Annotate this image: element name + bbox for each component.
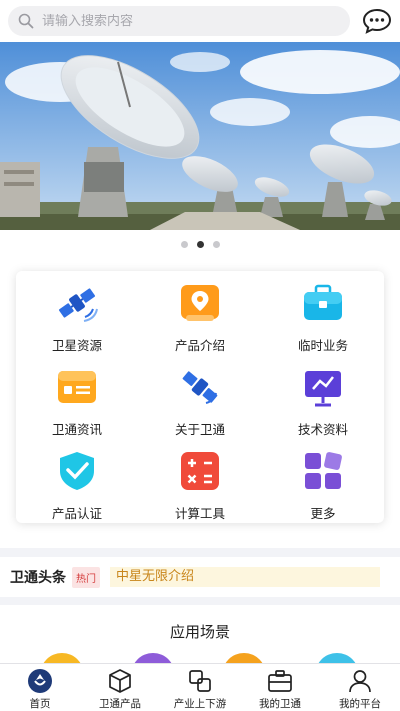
top-bar: [0, 0, 400, 42]
satellite-icon: [182, 371, 218, 404]
presentation-board-icon: [305, 371, 341, 407]
chain-icon: [189, 670, 211, 692]
grid-item-news[interactable]: 卫通资讯: [16, 355, 138, 439]
tab-products[interactable]: 卫通产品: [80, 664, 160, 711]
tab-label: 我的平台: [339, 698, 381, 710]
grid-item-label: 更多: [310, 506, 336, 521]
grid-item-label: 产品认证: [51, 506, 102, 521]
box-icon: [109, 669, 131, 693]
banner-image: [0, 42, 400, 230]
user-icon: [349, 670, 371, 693]
tab-home[interactable]: 首页: [0, 664, 80, 711]
grid-item-about[interactable]: 关于卫通: [139, 355, 261, 439]
headline-bar[interactable]: 卫通头条 热门 中星无限介绍: [0, 557, 400, 597]
headline-title: 卫通头条: [10, 570, 66, 586]
search-input[interactable]: [42, 13, 332, 29]
section-title: 应用场景: [169, 623, 230, 641]
tab-my-satcom[interactable]: 我的卫通: [240, 664, 320, 711]
tab-industry-chain[interactable]: 产业上下游: [160, 664, 240, 711]
tab-label: 卫通产品: [99, 698, 141, 710]
tab-label: 首页: [29, 698, 51, 710]
news-icon: [58, 371, 96, 403]
search-box[interactable]: [8, 6, 350, 36]
satellite-icon: [58, 288, 98, 322]
search-icon: [18, 13, 34, 29]
briefcase-icon: [268, 670, 292, 692]
grid-item-label: 卫通资讯: [51, 422, 102, 437]
grid-item-label: 临时业务: [297, 338, 348, 353]
grid-item-calculator[interactable]: 计算工具: [139, 439, 261, 523]
grid-item-label: 产品介绍: [174, 338, 225, 353]
bottom-tab-bar: 首页 卫通产品 产业上下游 我的卫通 我的平台: [0, 663, 400, 711]
grid-item-temporary-business[interactable]: 临时业务: [262, 271, 384, 355]
grid-item-satellite-resources[interactable]: 卫星资源: [16, 271, 138, 355]
briefcase-icon: [304, 284, 342, 320]
grid-item-technical-docs[interactable]: 技术资料: [262, 355, 384, 439]
application-scenes: 应用场景: [0, 605, 400, 665]
home-icon: [28, 669, 52, 693]
grid-item-certification[interactable]: 产品认证: [16, 439, 138, 523]
carousel-indicator: [0, 230, 400, 258]
grid-item-more[interactable]: 更多: [262, 439, 384, 523]
grid-item-label: 技术资料: [297, 422, 348, 437]
carousel-dot[interactable]: [180, 240, 188, 248]
grid-item-product-intro[interactable]: 产品介绍: [139, 271, 261, 355]
more-grid-icon: [305, 452, 342, 489]
function-grid: 卫星资源 产品介绍 临时业务 卫通资讯 关于卫通 技术资料 产品认证 计算工具 …: [16, 271, 384, 523]
tab-label: 产业上下游: [173, 698, 227, 710]
banner-carousel[interactable]: [0, 42, 400, 230]
carousel-dot-active[interactable]: [196, 240, 204, 248]
grid-item-label: 计算工具: [174, 506, 225, 521]
carousel-dot[interactable]: [212, 240, 220, 248]
headline-text[interactable]: 中星无限介绍: [110, 567, 380, 587]
hot-badge: 热门: [72, 566, 100, 588]
shield-check-icon: [60, 452, 94, 490]
calculator-icon: [181, 452, 219, 490]
tab-label: 我的卫通: [259, 698, 301, 710]
tab-my-platform[interactable]: 我的平台: [320, 664, 400, 711]
chat-bubble-icon[interactable]: [362, 8, 392, 34]
grid-item-label: 关于卫通: [174, 422, 225, 437]
grid-item-label: 卫星资源: [51, 338, 102, 353]
map-pin-icon: [181, 285, 219, 321]
